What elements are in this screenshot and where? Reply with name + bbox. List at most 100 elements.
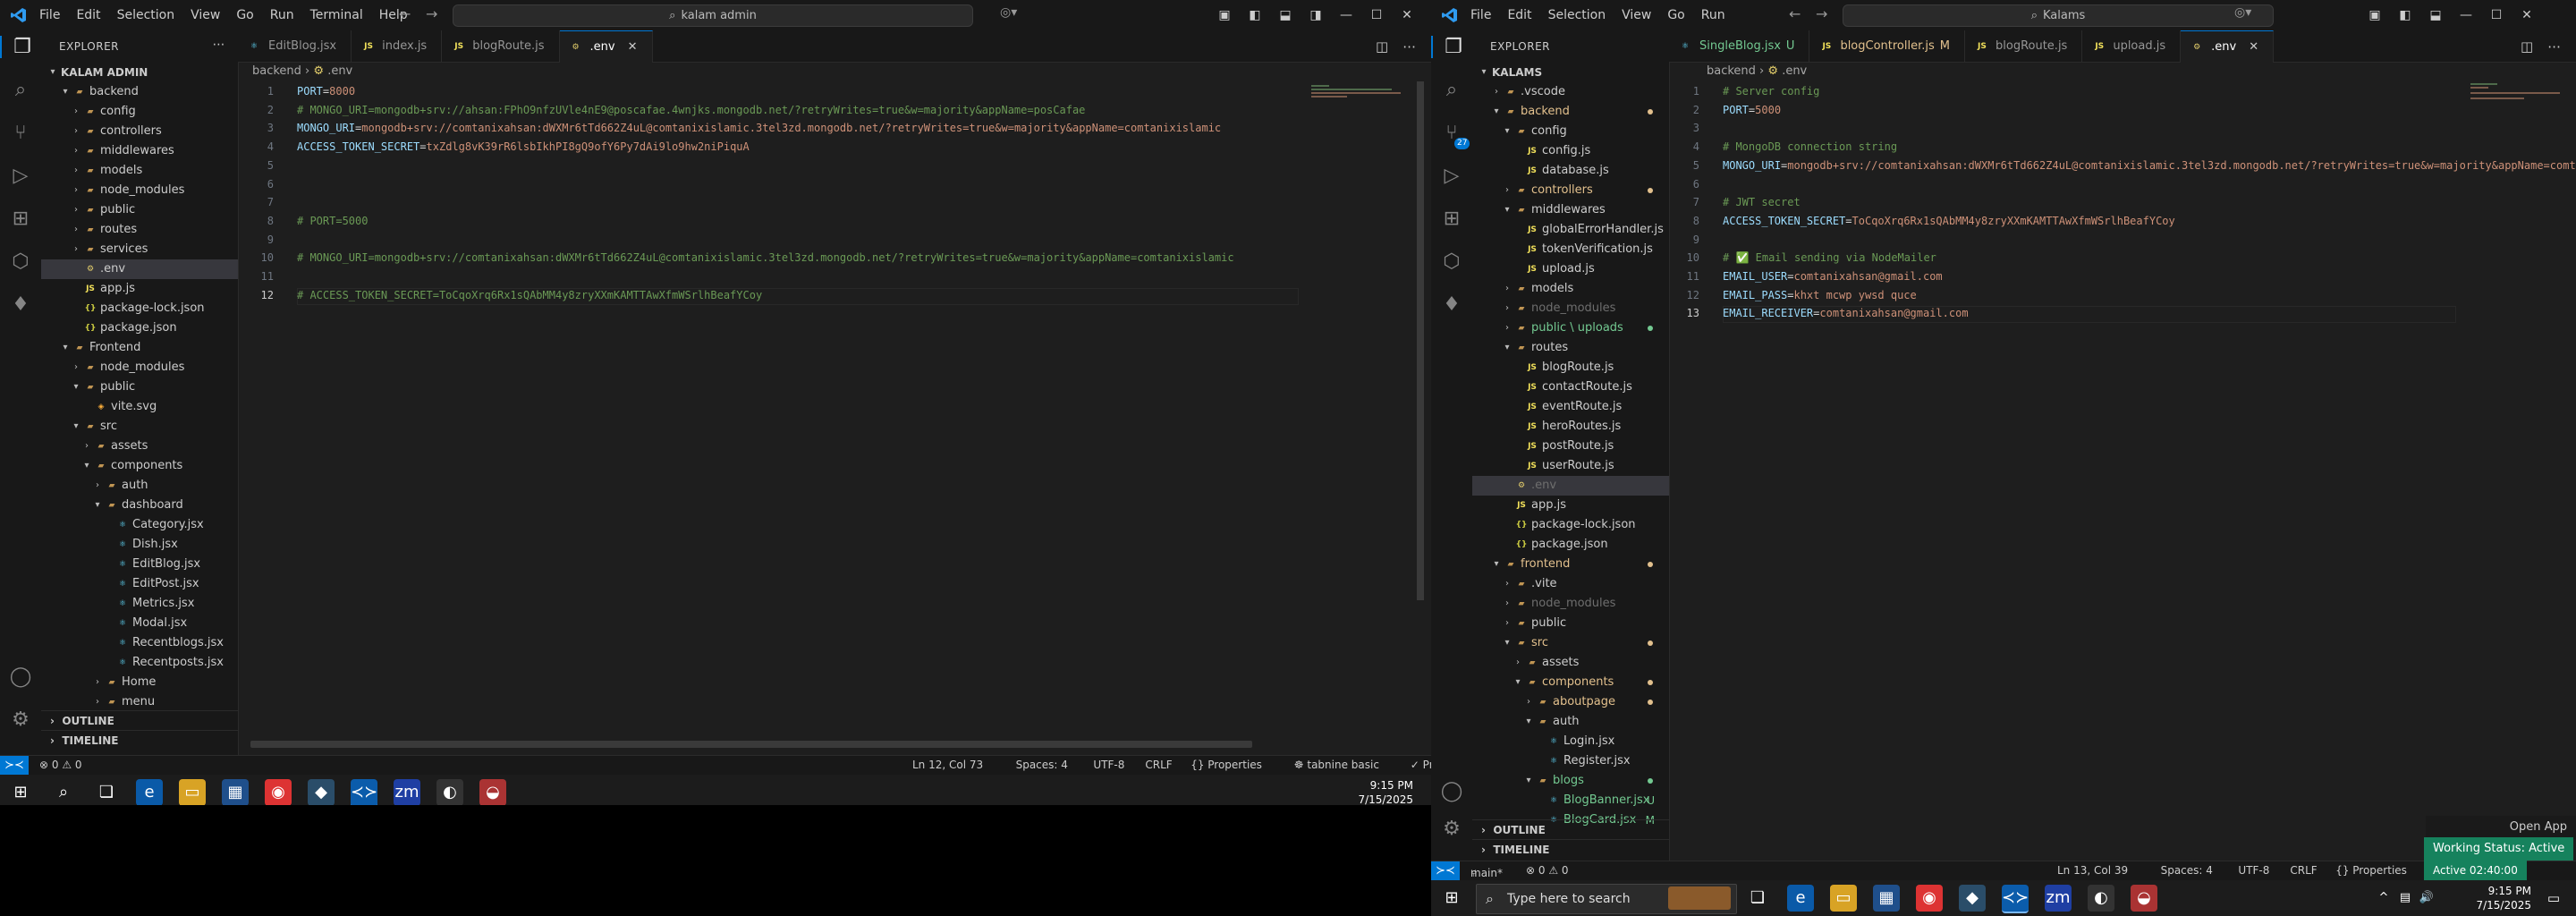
folder-item[interactable]: › ▰ public	[1472, 614, 1669, 633]
run-debug-icon[interactable]: ▷	[0, 165, 41, 187]
search-view-icon[interactable]: ⌕	[0, 79, 41, 101]
notifications-icon[interactable]: ▭	[2540, 885, 2567, 912]
remote-explorer-icon[interactable]: ⬡	[0, 250, 41, 273]
status-item[interactable]: CRLF	[2290, 864, 2317, 877]
folder-item[interactable]: › ▰ models	[41, 161, 238, 181]
volume-icon[interactable]: 🔊	[2413, 885, 2440, 912]
file-item[interactable]: ⚙ .env	[1472, 476, 1669, 496]
status-item[interactable]: Ln 12, Col 73	[912, 759, 983, 771]
windows-start-icon[interactable]: ⊞	[1438, 885, 1465, 912]
file-item[interactable]: ⚛ Recentposts.jsx	[41, 653, 238, 673]
file-item[interactable]: JS postRoute.js	[1472, 437, 1669, 456]
taskbar-clock[interactable]: 9:15 PM 7/15/2025	[2451, 884, 2531, 912]
file-item[interactable]: ◈ vite.svg	[41, 397, 238, 417]
editor-tab[interactable]: ⚛ EditBlog.jsx	[238, 30, 352, 62]
remote-explorer-icon[interactable]: ⬡	[1431, 250, 1472, 273]
folder-item[interactable]: › ▰ controllers	[41, 122, 238, 141]
file-item[interactable]: ⚛ Category.jsx	[41, 515, 238, 535]
task-view-icon[interactable]: ❏	[1744, 885, 1771, 912]
folder-item[interactable]: ▾ ▰ frontend	[1472, 555, 1669, 574]
file-item[interactable]: ⚛ EditBlog.jsx	[41, 555, 238, 574]
search-view-icon[interactable]: ⌕	[1431, 79, 1472, 101]
folder-item[interactable]: › ▰ config	[41, 102, 238, 122]
task-view-icon[interactable]: ❏	[93, 779, 120, 805]
workspace-root[interactable]: ▾ KALAM ADMIN	[41, 63, 238, 82]
file-item[interactable]: {} package.json	[41, 318, 238, 338]
app-icon[interactable]: ◐	[2088, 885, 2114, 912]
file-item[interactable]: ⚛ Modal.jsx	[41, 614, 238, 633]
extensions-icon[interactable]: ⊞	[0, 208, 41, 230]
folder-item[interactable]: › ▰ routes	[41, 220, 238, 240]
nav-forward-icon[interactable]: →	[426, 5, 437, 22]
folder-item[interactable]: › ▰ Home	[41, 673, 238, 692]
explorer-icon[interactable]: ❐	[0, 36, 43, 58]
file-item[interactable]: JS userRoute.js	[1472, 456, 1669, 476]
file-item[interactable]: JS globalErrorHandler.js	[1472, 220, 1669, 240]
status-item[interactable]: ✓ Prettier	[1411, 759, 1431, 771]
status-item[interactable]: Spaces: 4	[1016, 759, 1068, 771]
code-editor[interactable]: 1 # Server config 2 PORT=5000 3 4 # MongoDB co…	[1669, 81, 2576, 797]
minimap[interactable]	[2467, 81, 2574, 101]
file-item[interactable]: ⚛ EditPost.jsx	[41, 574, 238, 594]
file-item[interactable]: JS heroRoutes.js	[1472, 417, 1669, 437]
mongodb-icon[interactable]: ♦	[1431, 293, 1472, 316]
vertical-scrollbar[interactable]	[1417, 81, 1424, 600]
problems-indicator[interactable]: ⊗ 0 ⚠ 0	[1526, 864, 1569, 877]
taskbar-search-box[interactable]: ⌕ Type here to search	[1476, 884, 1737, 914]
status-item[interactable]: Ln 13, Col 39	[2057, 864, 2128, 877]
file-item[interactable]: JS app.js	[41, 279, 238, 299]
menu-item[interactable]: Selection	[1548, 8, 1606, 22]
timeline-section[interactable]: › TIMELINE	[41, 730, 238, 751]
file-item[interactable]: {} package-lock.json	[1472, 515, 1669, 535]
editor-tab[interactable]: JS index.js	[352, 30, 443, 62]
folder-item[interactable]: › ▰ public \ uploads	[1472, 318, 1669, 338]
menu-item[interactable]: File	[1470, 8, 1491, 22]
menu-item[interactable]: Selection	[117, 8, 175, 22]
file-item[interactable]: ⚛ Register.jsx	[1472, 751, 1669, 771]
folder-item[interactable]: › ▰ .vscode	[1472, 82, 1669, 102]
minimize-icon[interactable]: —	[1331, 8, 1361, 22]
layout-icon[interactable]: ▣	[2360, 8, 2390, 22]
editor-tab[interactable]: JS upload.js	[2082, 30, 2182, 62]
folder-item[interactable]: ▾ ▰ components	[41, 456, 238, 476]
menu-item[interactable]: Go	[236, 8, 253, 22]
copilot-icon[interactable]: ◎▾	[1000, 5, 1017, 20]
settings-gear-icon[interactable]: ⚙	[1431, 818, 1472, 840]
folder-item[interactable]: ▾ ▰ components	[1472, 673, 1669, 692]
app-icon[interactable]: ◒	[2131, 885, 2157, 912]
folder-item[interactable]: ▾ ▰ auth	[1472, 712, 1669, 732]
remote-indicator-icon[interactable]: ≻≺	[0, 756, 29, 776]
menu-item[interactable]: Edit	[1507, 8, 1531, 22]
vscode-taskbar-icon[interactable]: ≺≻	[2002, 885, 2029, 913]
more-actions-icon[interactable]: ⋯	[1402, 38, 1416, 55]
code-editor[interactable]: 1 PORT=8000 2 # MONGO_URI=mongodb+srv://ahs…	[238, 81, 1299, 734]
folder-item[interactable]: ▾ ▰ dashboard	[41, 496, 238, 515]
folder-item[interactable]: › ▰ services	[41, 240, 238, 259]
close-tab-icon[interactable]: ✕	[628, 40, 638, 54]
file-item[interactable]: {} package.json	[1472, 535, 1669, 555]
menu-item[interactable]: Edit	[76, 8, 100, 22]
editor-tab[interactable]: JS blogRoute.js	[1965, 30, 2083, 62]
folder-item[interactable]: › ▰ assets	[41, 437, 238, 456]
nav-forward-icon[interactable]: →	[1816, 5, 1827, 22]
menu-item[interactable]: Go	[1667, 8, 1684, 22]
folder-item[interactable]: › ▰ middlewares	[41, 141, 238, 161]
file-item[interactable]: JS upload.js	[1472, 259, 1669, 279]
editor-tab[interactable]: ⚛ SingleBlog.jsx U	[1669, 30, 1810, 62]
minimap[interactable]	[1308, 81, 1415, 99]
folder-item[interactable]: › ▰ node_modules	[41, 181, 238, 200]
breadcrumb-folder[interactable]: backend	[252, 64, 301, 78]
menu-item[interactable]: Run	[270, 8, 294, 22]
explorer-icon[interactable]: ❐	[1431, 36, 1474, 58]
problems-indicator[interactable]: ⊗ 0 ⚠ 0	[39, 759, 82, 771]
breadcrumb-folder[interactable]: backend	[1707, 64, 1756, 78]
app-icon[interactable]: ◆	[308, 779, 335, 805]
editor-tab[interactable]: JS blogRoute.js	[442, 30, 560, 62]
menu-item[interactable]: File	[39, 8, 60, 22]
taskbar-clock[interactable]: 9:15 PM 7/15/2025	[1324, 778, 1413, 805]
folder-item[interactable]: › ▰ node_modules	[41, 358, 238, 377]
file-item[interactable]: JS tokenVerification.js	[1472, 240, 1669, 259]
account-icon[interactable]: ◯	[0, 666, 41, 688]
outline-section[interactable]: › OUTLINE	[41, 710, 238, 731]
status-item[interactable]: UTF-8	[2238, 864, 2269, 877]
